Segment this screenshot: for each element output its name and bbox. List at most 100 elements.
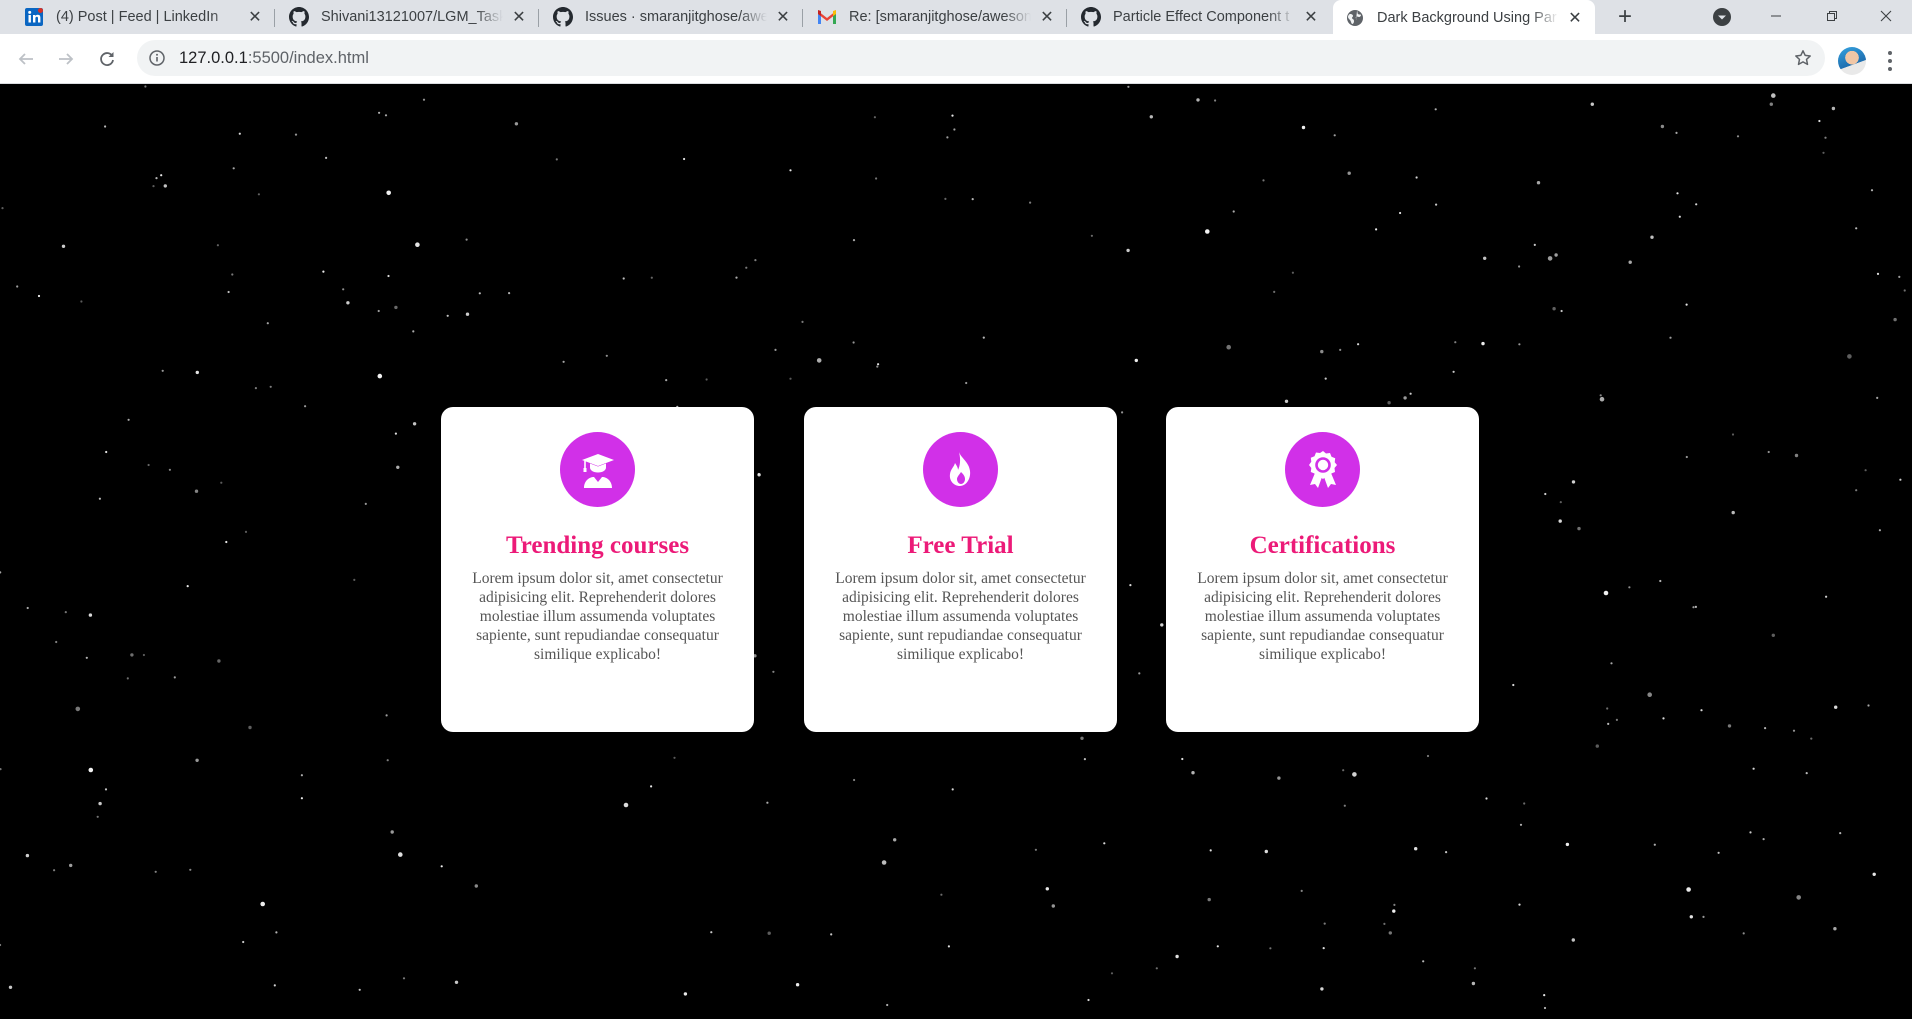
particle — [1647, 692, 1652, 697]
particle — [1209, 849, 1212, 852]
particle — [1653, 843, 1656, 846]
particle — [1675, 131, 1678, 134]
particle — [168, 468, 171, 471]
particle — [1388, 931, 1393, 935]
tab-linkedin[interactable]: (4) Post | Feed | LinkedIn ✕ — [0, 0, 275, 34]
menu-dot — [1888, 59, 1892, 63]
info-icon[interactable] — [148, 49, 166, 67]
particle — [160, 174, 163, 177]
particle — [130, 653, 134, 657]
particle — [377, 373, 383, 379]
url-text[interactable]: 127.0.0.1:5500/index.html — [179, 49, 369, 68]
particle — [194, 489, 199, 493]
particle — [1126, 248, 1130, 253]
tab-close-icon[interactable]: ✕ — [1301, 7, 1321, 27]
particle — [622, 277, 625, 280]
minimize-button[interactable] — [1748, 0, 1804, 32]
particle — [1544, 492, 1547, 496]
particle — [1615, 718, 1618, 722]
forward-button[interactable] — [50, 43, 82, 75]
card-description: Lorem ipsum dolor sit, amet consectetur … — [835, 570, 1086, 663]
particle — [1523, 802, 1526, 805]
particle — [1599, 394, 1602, 397]
card-certifications: Certifications Lorem ipsum dolor sit, am… — [1166, 407, 1479, 732]
particle — [1796, 895, 1801, 900]
particle — [1422, 960, 1425, 963]
particle — [1415, 176, 1418, 179]
particle — [69, 863, 73, 868]
particle — [789, 169, 792, 172]
arrow-right-icon — [59, 53, 74, 65]
tab-github-particle[interactable]: Particle Effect Component t ✕ — [1067, 0, 1331, 34]
particle — [1831, 106, 1836, 111]
particle — [412, 422, 417, 426]
profile-avatar[interactable] — [1838, 47, 1866, 75]
bookmark-star-icon[interactable] — [1793, 48, 1813, 68]
particle — [1543, 994, 1546, 997]
particle — [1547, 256, 1553, 261]
particle — [1867, 704, 1870, 707]
particle — [273, 984, 276, 987]
particle — [1878, 529, 1881, 532]
particle — [173, 676, 176, 679]
tab-github-issues[interactable]: Issues · smaranjitghose/awe ✕ — [539, 0, 803, 34]
particle — [1694, 605, 1697, 609]
particle — [1149, 115, 1154, 119]
particle — [1571, 480, 1576, 484]
particle — [85, 656, 88, 659]
reload-button[interactable] — [91, 43, 123, 75]
particle — [1090, 234, 1093, 237]
particle — [1029, 201, 1032, 204]
particle — [1387, 401, 1391, 405]
tab-github-lgm[interactable]: Shivani13121007/LGM_Task ✕ — [275, 0, 539, 34]
particle — [394, 432, 397, 435]
back-button[interactable] — [10, 43, 42, 75]
tab-close-icon[interactable]: ✕ — [509, 7, 529, 27]
particle — [26, 606, 29, 610]
gmail-icon — [817, 7, 837, 27]
particle — [1127, 85, 1130, 88]
particle — [16, 285, 19, 288]
particle — [1269, 947, 1272, 950]
card-trending-courses: Trending courses Lorem ipsum dolor sit, … — [441, 407, 754, 732]
particle — [186, 585, 189, 588]
close-window-button[interactable] — [1860, 0, 1912, 32]
tab-search-button[interactable] — [1710, 5, 1734, 29]
particle — [75, 706, 81, 712]
tab-close-icon[interactable]: ✕ — [1565, 8, 1585, 28]
award-icon — [1308, 450, 1337, 488]
particle — [152, 185, 155, 188]
tab-close-icon[interactable]: ✕ — [773, 7, 793, 27]
tab-dark-background[interactable]: Dark Background Using Par ✕ — [1333, 0, 1595, 36]
particle — [1473, 967, 1476, 970]
particle — [1794, 453, 1799, 458]
particle — [1749, 831, 1752, 834]
particle — [1847, 354, 1852, 359]
particle — [1650, 235, 1654, 239]
particle — [650, 785, 653, 788]
particle — [104, 788, 108, 791]
particle — [1692, 606, 1695, 609]
particle — [1899, 478, 1902, 481]
particle — [300, 797, 303, 800]
particle — [1565, 842, 1570, 847]
particle — [1518, 903, 1521, 906]
card-title: Free Trial — [907, 532, 1014, 559]
particle — [1833, 927, 1837, 931]
tab-gmail[interactable]: Re: [smaranjitghose/aweson ✕ — [803, 0, 1067, 34]
particle — [266, 322, 269, 325]
particle — [1678, 215, 1681, 218]
tab-title: Re: [smaranjitghose/aweson — [849, 9, 1031, 25]
browser-menu-button[interactable] — [1880, 49, 1900, 73]
particle — [1771, 633, 1776, 637]
tab-close-icon[interactable]: ✕ — [245, 7, 265, 27]
particle — [217, 659, 221, 663]
new-tab-button[interactable]: + — [1611, 3, 1639, 31]
address-bar[interactable]: 127.0.0.1:5500/index.html — [137, 40, 1825, 76]
tab-close-icon[interactable]: ✕ — [1037, 7, 1057, 27]
particle — [163, 184, 167, 188]
particle — [126, 677, 129, 680]
restore-button[interactable] — [1804, 0, 1860, 32]
particle — [1603, 590, 1609, 596]
particle — [830, 933, 833, 936]
